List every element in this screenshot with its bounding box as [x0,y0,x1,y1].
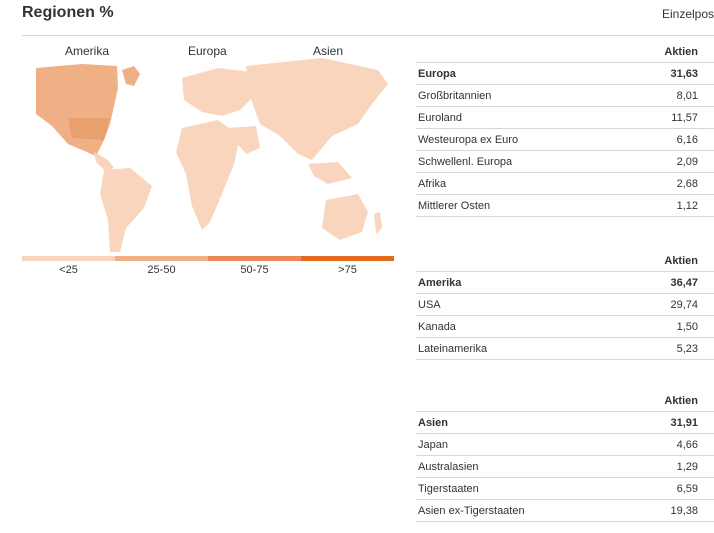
row-value: 1,50 [676,320,698,333]
region-central-america [94,152,114,172]
table-row: Australasien 1,29 [416,456,714,478]
legend-swatch-2 [208,256,301,261]
legend-color-bar [22,256,394,261]
table-row-total: Europa 31,63 [416,63,714,85]
region-south-america [100,168,152,252]
row-name: Asien [418,416,448,429]
row-name: Mittlerer Osten [418,199,491,212]
map-legend: <25 25-50 50-75 >75 [22,256,394,276]
row-value: 31,91 [670,416,698,429]
row-value: 8,01 [676,89,698,102]
table-row: Euroland 11,57 [416,107,714,129]
row-value: 2,09 [676,155,698,168]
table-header: Aktien [416,250,714,272]
region-asia [246,58,388,160]
row-name: Schwellenl. Europa [418,155,513,168]
table-row: Westeuropa ex Euro 6,16 [416,129,714,151]
row-name: Amerika [418,276,462,289]
einzelpos-link[interactable]: Einzelpos [662,7,714,21]
page-title: Regionen % [22,4,114,21]
row-name: USA [418,298,441,311]
legend-label-3: >75 [338,264,357,276]
row-name: Japan [418,438,448,451]
table-row: Japan 4,66 [416,434,714,456]
column-header-aktien: Aktien [664,254,698,267]
row-name: Euroland [418,111,463,124]
table-header: Aktien [416,41,714,63]
row-value: 36,47 [670,276,698,289]
row-name: Lateinamerika [418,342,488,355]
world-map-graphic [36,58,388,252]
header-divider [22,35,714,36]
row-name: Asien ex-Tigerstaaten [418,504,525,517]
row-value: 19,38 [670,504,698,517]
legend-swatch-1 [115,256,208,261]
table-asien: Aktien Asien 31,91 Japan 4,66 Australasie… [416,390,714,522]
row-value: 6,59 [676,482,698,495]
region-africa [176,120,240,230]
row-name: Afrika [418,177,447,190]
legend-label-2: 50-75 [240,264,269,276]
table-header: Aktien [416,390,714,412]
table-row: Kanada 1,50 [416,316,714,338]
legend-swatch-0 [22,256,115,261]
table-row-total: Asien 31,91 [416,412,714,434]
map-label-americas: Amerika [65,44,110,58]
table-row: Lateinamerika 5,23 [416,338,714,360]
table-row: Asien ex-Tigerstaaten 19,38 [416,500,714,522]
row-value: 1,29 [676,460,698,473]
row-value: 11,57 [671,111,698,124]
row-value: 29,74 [670,298,698,311]
region-new-zealand [374,212,382,234]
table-row: Mittlerer Osten 1,12 [416,195,714,217]
map-label-europe: Europa [188,44,227,58]
row-value: 1,12 [676,199,698,212]
map-label-asia: Asien [313,44,344,58]
row-value: 5,23 [676,342,698,355]
column-header-aktien: Aktien [664,394,698,407]
row-name: Tigerstaaten [418,482,479,495]
world-map: Amerika Europa Asien [22,44,394,264]
row-value: 4,66 [676,438,698,451]
legend-label-1: 25-50 [147,264,176,276]
region-americas-north [36,64,118,156]
region-europe [182,68,256,116]
table-row: Tigerstaaten 6,59 [416,478,714,500]
region-usa [68,118,110,140]
row-value: 31,63 [670,67,698,80]
row-name: Australasien [418,460,479,473]
table-row: Schwellenl. Europa 2,09 [416,151,714,173]
region-greenland [122,66,140,86]
table-row: USA 29,74 [416,294,714,316]
region-southeast-asia [308,162,352,184]
legend-swatch-3 [301,256,394,261]
row-name: Westeuropa ex Euro [418,133,519,146]
region-australia [322,194,368,240]
legend-label-0: <25 [59,264,78,276]
row-name: Großbritannien [418,89,492,102]
row-name: Europa [418,67,456,80]
column-header-aktien: Aktien [664,45,698,58]
row-value: 6,16 [676,133,698,146]
table-row-total: Amerika 36,47 [416,272,714,294]
table-row: Afrika 2,68 [416,173,714,195]
row-name: Kanada [418,320,456,333]
row-value: 2,68 [676,177,698,190]
table-row: Großbritannien 8,01 [416,85,714,107]
table-europa: Aktien Europa 31,63 Großbritannien 8,01 E… [416,41,714,217]
table-amerika: Aktien Amerika 36,47 USA 29,74 Kanada 1,50… [416,250,714,360]
